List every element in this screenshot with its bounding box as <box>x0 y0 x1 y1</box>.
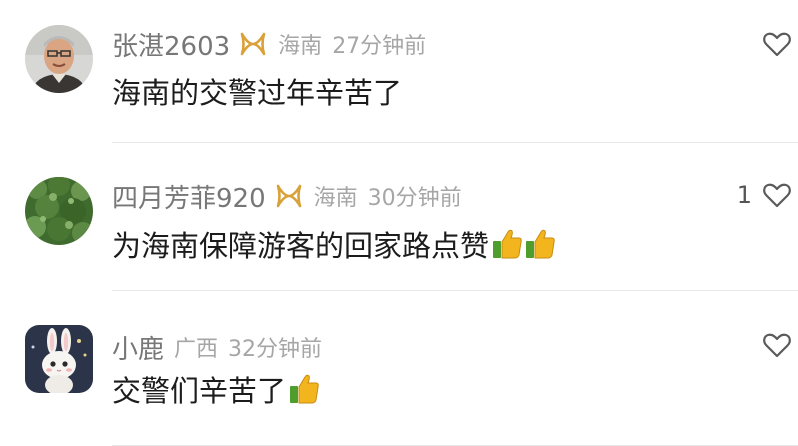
comment-text-body: 海南的交警过年辛苦了 <box>112 76 403 110</box>
like-button[interactable] <box>752 28 792 60</box>
heart-icon[interactable] <box>762 331 792 359</box>
comment-meta: 张湛2603 海南 27分钟前 <box>112 26 426 62</box>
timestamp: 32分钟前 <box>228 337 323 362</box>
comment-text: 交警们辛苦了 <box>112 368 319 410</box>
comment-meta: 四月芳菲920 海南 30分钟前 <box>112 178 462 214</box>
username[interactable]: 张湛2603 <box>112 26 230 63</box>
like-button[interactable]: 1 <box>737 179 792 211</box>
thumbs-up-emoji <box>525 228 555 260</box>
thumbs-up-emoji <box>289 373 319 405</box>
like-button[interactable] <box>752 329 792 361</box>
heart-icon[interactable] <box>762 181 792 209</box>
comment-text: 海南的交警过年辛苦了 <box>112 70 402 112</box>
avatar[interactable] <box>25 25 93 93</box>
location: 广西 <box>174 337 219 362</box>
golden-ribbon-badge-icon <box>238 31 268 57</box>
comment-text-body: 为海南保障游客的回家路点赞 <box>112 229 490 263</box>
username[interactable]: 小鹿 <box>112 329 164 366</box>
comment-meta: 小鹿 广西 32分钟前 <box>112 329 322 365</box>
timestamp: 27分钟前 <box>332 34 427 59</box>
timestamp: 30分钟前 <box>367 186 462 211</box>
heart-icon[interactable] <box>762 30 792 58</box>
location: 海南 <box>278 34 323 59</box>
avatar[interactable] <box>25 177 93 245</box>
comment-text: 为海南保障游客的回家路点赞 <box>112 223 555 265</box>
comment-item: 小鹿 广西 32分钟前 交警们辛苦了 <box>0 291 798 446</box>
avatar[interactable] <box>25 325 93 393</box>
comment-item: 四月芳菲920 海南 30分钟前 为海南保障游客的回家路点赞 1 <box>0 143 798 291</box>
golden-ribbon-badge-icon <box>274 183 304 209</box>
like-count: 1 <box>736 181 752 209</box>
comment-text-body: 交警们辛苦了 <box>112 374 287 408</box>
thumbs-up-emoji <box>492 228 522 260</box>
location: 海南 <box>313 186 358 211</box>
comment-item: 张湛2603 海南 27分钟前 海南的交警过年辛苦了 <box>0 0 798 143</box>
username[interactable]: 四月芳菲920 <box>112 178 266 215</box>
